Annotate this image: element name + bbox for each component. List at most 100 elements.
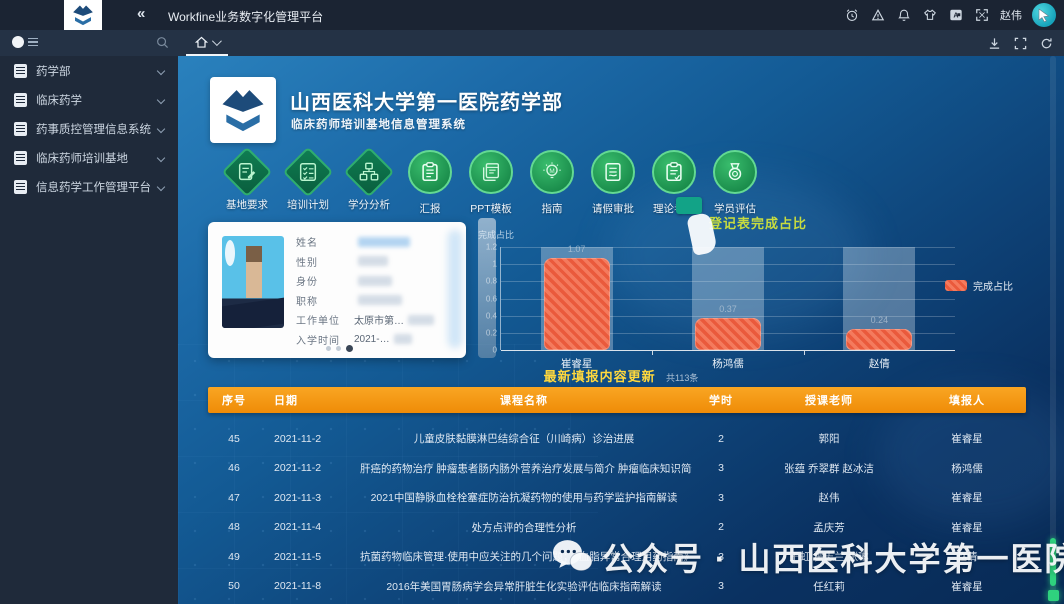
sidebar-item-label: 药学部 xyxy=(36,65,71,78)
redacted-value xyxy=(393,334,412,345)
chart-bar-1[interactable] xyxy=(695,318,761,350)
legend-swatch xyxy=(945,280,967,291)
chart-title: 登记表完成占比 xyxy=(708,216,807,231)
svg-text:M: M xyxy=(549,168,554,175)
table-cell: 50 xyxy=(228,580,240,593)
profile-field-2: 身份 xyxy=(296,271,456,291)
user-avatar[interactable] xyxy=(1032,3,1056,27)
sidebar-item-1[interactable]: 临床药学 xyxy=(0,85,178,114)
tab-home[interactable] xyxy=(186,30,228,56)
legend-label: 完成占比 xyxy=(973,282,1013,293)
table-cell: 3 xyxy=(718,580,724,593)
quick-action-label: 指南 xyxy=(541,203,563,215)
approval-doc-icon xyxy=(591,150,635,194)
quick-action-3[interactable]: 汇报 xyxy=(398,150,462,216)
table-cell: 儿童皮肤黏膜淋巴结综合征（川崎病）诊治进展 xyxy=(413,433,635,446)
quick-action-label: 汇报 xyxy=(419,203,441,215)
tab-bar xyxy=(0,30,1064,56)
document-icon xyxy=(14,179,27,194)
table-cell: 王虹 霍志兰 张琳 xyxy=(789,551,869,564)
carousel-dots[interactable] xyxy=(326,345,353,352)
scrollbar-track[interactable] xyxy=(1050,56,1056,604)
chevron-down-icon xyxy=(156,66,166,75)
table-row[interactable]: 49 2021-11-5 抗菌药物临床管理·使用中应关注的几个问题；《血脂异常合理用… xyxy=(208,542,1026,572)
table-title-row: 最新填报内容更新 共113条 xyxy=(178,366,1064,386)
quick-action-2[interactable]: 学分分析 xyxy=(337,146,401,212)
chevron-down-icon xyxy=(211,35,222,46)
table-row[interactable]: 50 2021-11-8 2016年美国胃肠病学会异常肝脏生化实验评估临床指南解读 3… xyxy=(208,572,1026,602)
table-cell: 任红莉 xyxy=(813,580,845,593)
sidebar-item-4[interactable]: 信息药学工作管理平台 xyxy=(0,172,178,201)
table-cell: 47 xyxy=(228,491,240,504)
document-icon xyxy=(14,92,27,107)
bell-icon[interactable] xyxy=(896,7,912,23)
chart-bar-2[interactable] xyxy=(846,329,913,350)
chart-legend[interactable]: 完成占比 xyxy=(945,278,1013,293)
table-row[interactable]: 45 2021-11-2 儿童皮肤黏膜淋巴结综合征（川崎病）诊治进展 2 郭阳 崔睿星 xyxy=(208,424,1026,454)
profile-fields: 姓名 性别 身份 职称 工作单位 太原市第… 入学时间 2021-… xyxy=(296,232,456,349)
alarm-icon[interactable] xyxy=(844,7,860,23)
table-row[interactable]: 46 2021-11-2 肝癌的药物治疗 肿瘤患者肠内肠外营养治疗发展与简介 肿瘤临… xyxy=(208,454,1026,484)
redacted-value xyxy=(358,256,388,267)
profile-illustration xyxy=(222,236,284,328)
sidebar-item-3[interactable]: 临床药师培训基地 xyxy=(0,143,178,172)
maximize-icon[interactable] xyxy=(1012,35,1028,51)
table-cell: 3 xyxy=(718,550,724,563)
shirt-icon[interactable] xyxy=(922,7,938,23)
table-cell: 2021中国静脉血栓栓塞症防治抗凝药物的使用与药学监护指南解读 xyxy=(370,492,678,505)
table-cell: 张蕴 乔翠群 赵冰洁 xyxy=(784,462,874,475)
collapse-sidebar-icon[interactable]: « xyxy=(137,5,145,22)
refresh-icon[interactable] xyxy=(1038,35,1054,51)
download-icon[interactable] xyxy=(986,35,1002,51)
table-row[interactable]: 47 2021-11-3 2021中国静脉血栓栓塞症防治抗凝药物的使用与药学监护指南… xyxy=(208,483,1026,513)
exam-clipboard-icon xyxy=(652,150,696,194)
table-cell: 2016年美国胃肠病学会异常肝脏生化实验评估临床指南解读 xyxy=(386,580,662,593)
quick-action-label: PPT模板 xyxy=(470,203,512,215)
sidebar-item-0[interactable]: 药学部 xyxy=(0,56,178,85)
column-header-4: 授课老师 xyxy=(805,395,853,407)
profile-field-0: 姓名 xyxy=(296,232,456,252)
table-row[interactable]: 48 2021-11-4 处方点评的合理性分析 2 孟庆芳 崔睿星 xyxy=(208,513,1026,543)
scrollbar-corner[interactable] xyxy=(1048,590,1059,601)
expand-icon[interactable] xyxy=(974,7,990,23)
top-bar: « Workfine业务数字化管理平台 A 赵伟 xyxy=(0,0,1064,30)
table-cell: 3 xyxy=(718,462,724,475)
column-header-5: 填报人 xyxy=(949,395,985,407)
document-icon xyxy=(14,121,27,136)
quick-action-5[interactable]: M 指南 xyxy=(520,150,584,216)
document-icon xyxy=(14,150,27,165)
table-cell: 2021-11-3 xyxy=(274,491,322,504)
quick-action-1[interactable]: 培训计划 xyxy=(276,146,340,212)
checklist-icon xyxy=(282,146,334,198)
quick-action-0[interactable]: 基地要求 xyxy=(215,146,279,212)
student-profile-card[interactable]: 姓名 性别 身份 职称 工作单位 太原市第… 入学时间 2021-… xyxy=(208,222,466,358)
warning-icon[interactable] xyxy=(870,7,886,23)
search-icon[interactable] xyxy=(156,36,169,54)
chart-bar-0[interactable] xyxy=(543,258,610,350)
table-cell: 46 xyxy=(228,462,240,475)
table-cell: 2021-11-2 xyxy=(274,432,322,445)
quick-action-4[interactable]: PPT模板 xyxy=(459,150,523,216)
app-window: « Workfine业务数字化管理平台 A 赵伟 药学部 临床药学 药事质控管理… xyxy=(0,0,1064,604)
table-cell: 49 xyxy=(228,550,240,563)
sidebar: 药学部临床药学 药事质控管理信息系统 临床药师培训基地 信息药学工作管理平台 xyxy=(0,56,178,604)
table-cell: 郭阳 xyxy=(818,433,840,446)
quick-action-8[interactable]: 学员评估 xyxy=(703,150,767,216)
table-cell: 肝癌的药物治疗 肿瘤患者肠内肠外营养治疗发展与简介 肿瘤临床知识简介 肿瘤常用化… xyxy=(360,462,692,475)
quick-action-6[interactable]: 请假审批 xyxy=(581,150,645,216)
translate-icon[interactable]: A xyxy=(948,7,964,23)
app-title: Workfine业务数字化管理平台 xyxy=(168,10,324,24)
table-cell: 赵倩 xyxy=(956,551,978,564)
menu-toggle[interactable] xyxy=(12,36,38,48)
table-cell: 2021-11-8 xyxy=(274,580,322,593)
sidebar-item-2[interactable]: 药事质控管理信息系统 xyxy=(0,114,178,143)
current-user-name[interactable]: 赵伟 xyxy=(1000,7,1022,23)
window-actions xyxy=(986,30,1054,56)
redacted-value xyxy=(408,314,434,325)
scrollbar-thumb[interactable] xyxy=(1050,538,1056,586)
profile-field-5: 入学时间 2021-… xyxy=(296,330,456,350)
profile-field-label: 性别 xyxy=(296,257,318,269)
medal-icon xyxy=(713,150,757,194)
column-header-0: 序号 xyxy=(222,395,246,407)
table-cell: 2 xyxy=(718,521,724,534)
